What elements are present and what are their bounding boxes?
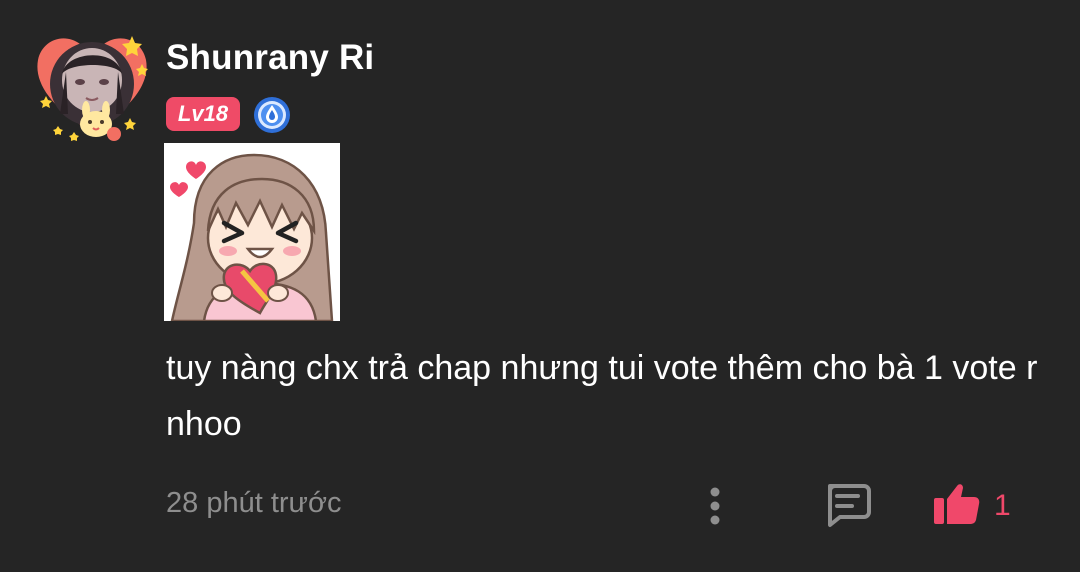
level-label: Lv18 (177, 101, 229, 126)
thumbs-up-icon (934, 484, 980, 524)
droplet-rank-icon (253, 96, 291, 134)
username[interactable]: Shunrany Ri (166, 38, 374, 78)
avatar[interactable] (30, 22, 154, 146)
comment-text: tuy nàng chx trả chap nhưng tui vote thê… (166, 349, 1038, 443)
avatar-frame (37, 36, 148, 141)
level-badge: Lv18 (166, 97, 240, 131)
like-button[interactable] (932, 478, 982, 528)
more-options-button[interactable] (700, 484, 730, 528)
like-count: 1 (994, 489, 1011, 522)
sticker-image (164, 143, 340, 323)
comment-icon (828, 484, 871, 527)
comment-time: 28 phút trước (166, 487, 342, 519)
more-vertical-icon (710, 487, 720, 525)
reply-button[interactable] (822, 482, 872, 528)
